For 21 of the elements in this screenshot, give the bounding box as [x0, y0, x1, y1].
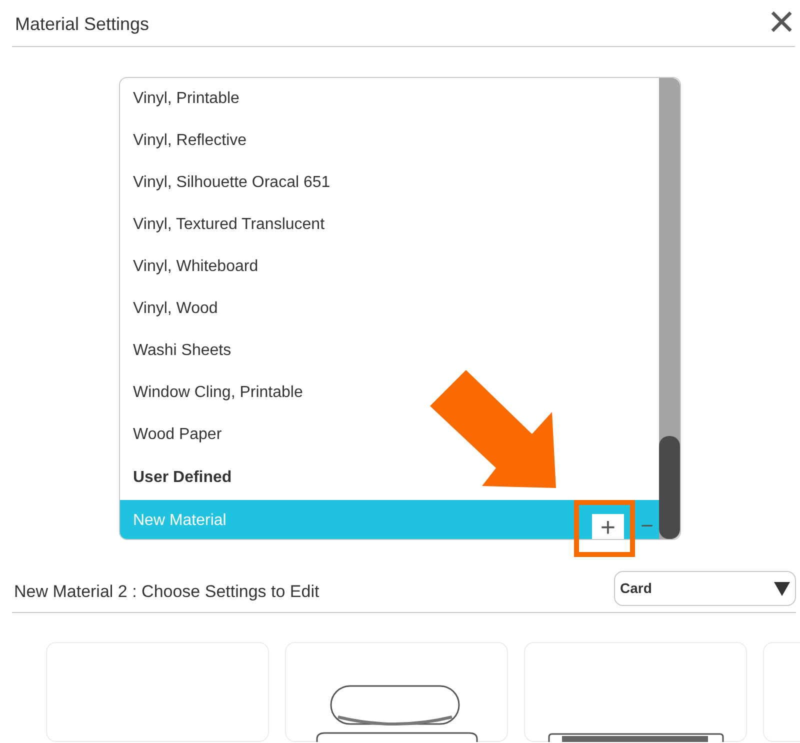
scrollbar-thumb[interactable] [659, 436, 680, 539]
material-item[interactable]: Vinyl, Printable [120, 78, 661, 120]
close-button[interactable]: × [768, 0, 795, 44]
material-item[interactable]: Wood Paper [120, 414, 661, 456]
material-item[interactable]: Vinyl, Wood [120, 288, 661, 330]
material-item[interactable]: Vinyl, Whiteboard [120, 246, 661, 288]
add-button[interactable]: + [592, 514, 624, 539]
dropdown-caret-icon [774, 582, 790, 596]
setting-card[interactable] [524, 642, 747, 742]
group-header: User Defined [132, 468, 233, 488]
material-item[interactable]: Vinyl, Reflective [120, 120, 661, 162]
remove-button[interactable]: − [637, 515, 657, 537]
material-item[interactable]: Washi Sheets [120, 330, 661, 372]
material-dropdown[interactable]: Card [614, 571, 796, 606]
material-item[interactable]: Vinyl, Silhouette Oracal 651 [120, 162, 661, 204]
window-title: Material Settings [14, 12, 150, 36]
material-item[interactable]: Vinyl, Textured Translucent [120, 204, 661, 246]
setting-card[interactable] [285, 642, 508, 742]
material-item[interactable]: Window Cling, Printable [120, 372, 661, 414]
section-title: New Material 2 : Choose Settings to Edit [13, 580, 320, 603]
highlight-frame [574, 500, 635, 557]
